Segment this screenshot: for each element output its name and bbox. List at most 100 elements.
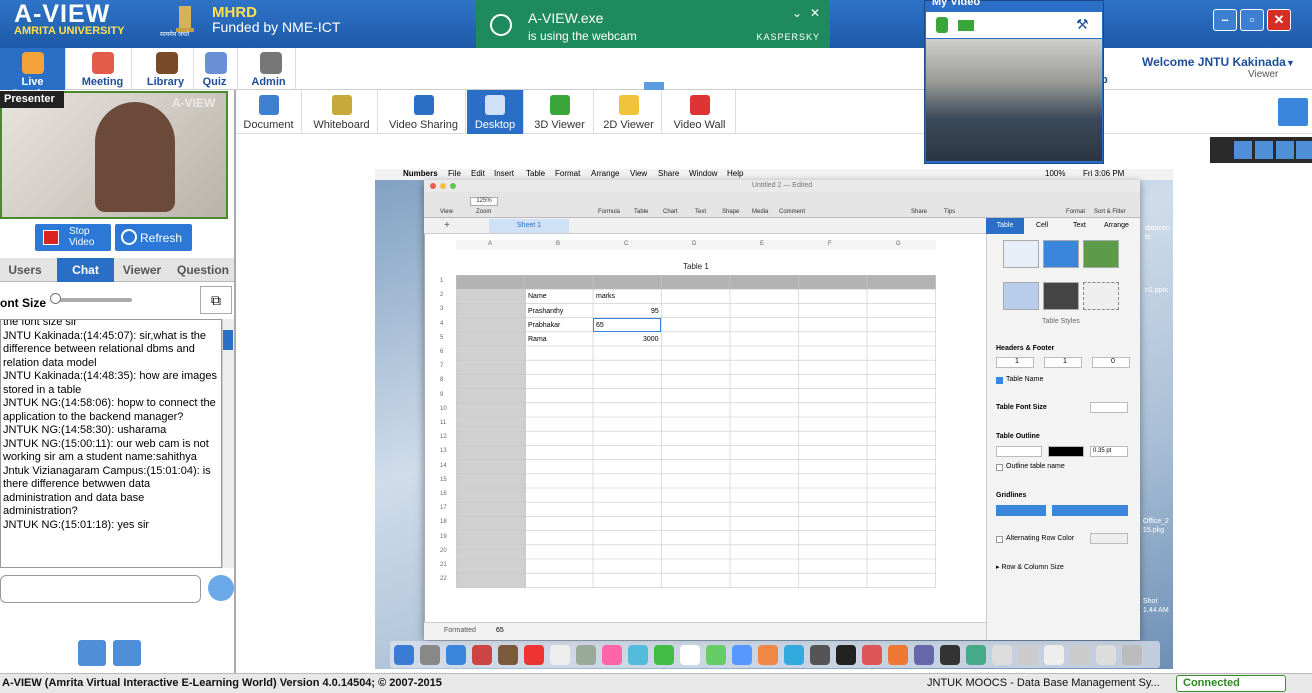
refresh-button[interactable]: Refresh bbox=[115, 224, 192, 251]
gridlines-vertical[interactable] bbox=[1052, 505, 1128, 516]
mac-minimize-icon[interactable] bbox=[440, 183, 446, 189]
outline-name-checkbox[interactable] bbox=[996, 464, 1003, 471]
tool-3d-viewer[interactable]: 3D Viewer bbox=[526, 90, 594, 134]
formula-value[interactable]: 65 bbox=[496, 627, 504, 634]
col-header[interactable]: B bbox=[556, 241, 560, 247]
row-number[interactable]: 17 bbox=[440, 505, 447, 511]
minimize-button[interactable]: – bbox=[1213, 9, 1237, 31]
row-number[interactable]: 8 bbox=[440, 377, 443, 383]
cell-c5[interactable]: 3000 bbox=[643, 336, 659, 343]
col-header[interactable]: C bbox=[624, 241, 628, 247]
nav-live-session[interactable]: Live Session bbox=[0, 48, 66, 100]
toolbar-sort-filter[interactable]: Sort & Filter bbox=[1094, 209, 1126, 215]
tab-users[interactable]: Users bbox=[0, 258, 50, 282]
dock-app-icon[interactable] bbox=[706, 645, 726, 665]
dock-app-icon[interactable] bbox=[810, 645, 830, 665]
sidebar-tab-cell[interactable]: Cell bbox=[1036, 222, 1048, 229]
row-number[interactable]: 4 bbox=[440, 321, 443, 327]
mac-zoom-icon[interactable] bbox=[450, 183, 456, 189]
row-number[interactable]: 9 bbox=[440, 392, 443, 398]
col-header[interactable]: E bbox=[760, 241, 764, 247]
sync-icon[interactable] bbox=[1234, 141, 1252, 159]
tool-desktop[interactable]: Desktop bbox=[467, 90, 524, 134]
row-col-size-label[interactable]: ▸ Row & Column Size bbox=[996, 563, 1064, 571]
gridlines-horizontal[interactable] bbox=[996, 505, 1046, 516]
row-number[interactable]: 18 bbox=[440, 519, 447, 525]
close-icon[interactable]: ✕ bbox=[810, 6, 820, 20]
dock-app-icon[interactable] bbox=[498, 645, 518, 665]
welcome-user[interactable]: Welcome JNTU Kakinada bbox=[1142, 55, 1286, 69]
alternating-color-well[interactable] bbox=[1090, 533, 1128, 544]
desktop-file[interactable]: ts bbox=[1145, 234, 1150, 241]
header-cols-stepper[interactable]: 1 bbox=[1044, 357, 1082, 368]
table-title[interactable]: Table 1 bbox=[683, 262, 709, 271]
alternating-checkbox[interactable] bbox=[996, 536, 1003, 543]
toolbar-format[interactable]: Format bbox=[1066, 209, 1085, 215]
collapse-panel-icon[interactable] bbox=[223, 330, 233, 350]
cell-b4[interactable]: Prabhakar bbox=[528, 322, 560, 329]
dock-app-icon[interactable] bbox=[758, 645, 778, 665]
row-number[interactable]: 15 bbox=[440, 477, 447, 483]
desktop-file[interactable]: Shot bbox=[1143, 598, 1157, 605]
tool-document[interactable]: Document bbox=[236, 90, 302, 134]
microphone-icon[interactable] bbox=[936, 17, 948, 33]
row-number[interactable]: 14 bbox=[440, 463, 447, 469]
row-number[interactable]: 13 bbox=[440, 448, 447, 454]
desktop-file[interactable]: n1.pptx bbox=[1145, 287, 1168, 294]
popout-icon[interactable] bbox=[1296, 141, 1312, 159]
dock-app-icon[interactable] bbox=[602, 645, 622, 665]
tool-2d-viewer[interactable]: 2D Viewer bbox=[596, 90, 662, 134]
table-style-4[interactable] bbox=[1003, 282, 1039, 310]
outline-width-field[interactable]: 0.35 pt bbox=[1090, 446, 1128, 457]
row-number[interactable]: 10 bbox=[440, 406, 447, 412]
dock-app-icon[interactable] bbox=[576, 645, 596, 665]
table-style-2[interactable] bbox=[1043, 240, 1079, 268]
cell-c2[interactable]: marks bbox=[596, 293, 615, 300]
settings-icon[interactable]: ⚒ bbox=[1076, 16, 1094, 34]
row-number[interactable]: 1 bbox=[440, 278, 443, 284]
row-number[interactable]: 19 bbox=[440, 534, 447, 540]
dock-app-icon[interactable] bbox=[940, 645, 960, 665]
toolbar-shape[interactable]: Shape bbox=[722, 209, 739, 215]
dock-app-icon[interactable] bbox=[628, 645, 648, 665]
tool-video-sharing[interactable]: Video Sharing bbox=[382, 90, 466, 134]
toolbar-media[interactable]: Media bbox=[752, 209, 768, 215]
nav-admin[interactable]: Admin bbox=[242, 48, 296, 90]
dock-app-icon[interactable] bbox=[732, 645, 752, 665]
row-number[interactable]: 7 bbox=[440, 363, 443, 369]
dock-app-icon[interactable] bbox=[446, 645, 466, 665]
row-number[interactable]: 3 bbox=[440, 306, 443, 312]
camera-icon[interactable] bbox=[958, 20, 974, 31]
font-size-slider[interactable] bbox=[54, 298, 132, 302]
send-icon[interactable] bbox=[208, 575, 234, 601]
table-style-5[interactable] bbox=[1043, 282, 1079, 310]
close-button[interactable]: ✕ bbox=[1267, 9, 1291, 31]
row-number[interactable]: 6 bbox=[440, 349, 443, 355]
mac-close-icon[interactable] bbox=[430, 183, 436, 189]
dock-app-icon[interactable] bbox=[992, 645, 1012, 665]
desktop-file[interactable]: 1.44 AM bbox=[1143, 607, 1169, 614]
zoom-select[interactable]: 125% bbox=[470, 197, 498, 206]
toolbar-formula[interactable]: Formula bbox=[598, 209, 620, 215]
fullscreen-icon[interactable] bbox=[1276, 141, 1294, 159]
outline-style-select[interactable] bbox=[996, 446, 1042, 457]
cell-b3[interactable]: Prashanthy bbox=[528, 308, 563, 315]
stop-video-button[interactable]: Stop Video bbox=[35, 224, 111, 251]
dock-app-icon[interactable] bbox=[420, 645, 440, 665]
desktop-file[interactable]: datacen bbox=[1145, 225, 1170, 232]
dock-app-icon[interactable] bbox=[784, 645, 804, 665]
dock-app-icon[interactable] bbox=[680, 645, 700, 665]
cell-c3[interactable]: 95 bbox=[651, 308, 659, 315]
raise-hand-icon[interactable] bbox=[78, 640, 106, 666]
sidebar-tab-text[interactable]: Text bbox=[1073, 222, 1086, 229]
chevron-down-icon[interactable]: ▼ bbox=[1286, 58, 1295, 68]
toolbar-view[interactable]: View bbox=[440, 209, 453, 215]
collapse-toolbar-icon[interactable] bbox=[644, 82, 664, 90]
col-header[interactable]: G bbox=[896, 241, 901, 247]
chat-input[interactable] bbox=[0, 575, 201, 603]
col-header[interactable]: A bbox=[488, 241, 492, 247]
dock-app-icon[interactable] bbox=[1018, 645, 1038, 665]
font-size-buttons[interactable] bbox=[1090, 402, 1128, 413]
dock-app-icon[interactable] bbox=[1070, 645, 1090, 665]
col-header[interactable]: D bbox=[692, 241, 696, 247]
